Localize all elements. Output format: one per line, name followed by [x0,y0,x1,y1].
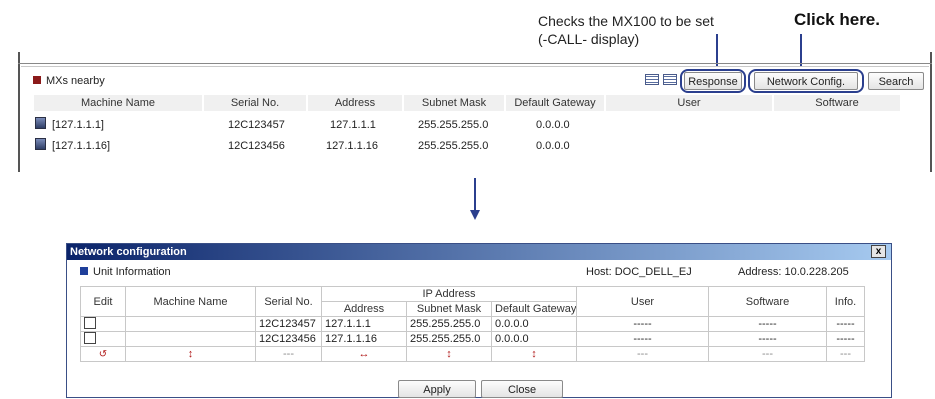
edit-cell [80,331,126,347]
subnet-mask: 255.255.255.0 [418,119,489,131]
mxs-nearby-label: MXs nearby [46,75,105,87]
sort-icon: ↕ [125,346,256,362]
address-input[interactable]: 127.1.1.1 [321,316,407,332]
edit-checkbox[interactable] [84,332,96,344]
subnet-input[interactable]: 255.255.255.0 [406,331,492,347]
subnet-input[interactable]: 255.255.255.0 [406,316,492,332]
column-header-address[interactable]: Address [308,95,402,111]
annotation-note-line1: Checks the MX100 to be set [538,13,714,29]
table-row[interactable]: 12C123456 127.1.1.16 255.255.255.0 0.0.0… [80,331,865,347]
section-marker-icon [33,76,41,84]
indicator-user: --- [576,346,709,362]
dialog-title: Network configuration [67,244,891,260]
serial-no: 12C123456 [255,331,322,347]
apply-button[interactable]: Apply [398,380,476,398]
machine-name-input[interactable] [125,316,256,332]
sort-icon: ↕ [491,346,577,362]
column-header-machine-name[interactable]: Machine Name [34,95,202,111]
column-header-serial[interactable]: Serial No. [204,95,306,111]
panel-frame-right [930,52,932,172]
serial-no: 12C123456 [228,140,285,152]
software-value: ----- [708,316,827,332]
user-value: ----- [576,331,709,347]
header-serial: Serial No. [255,286,322,317]
annotation-click-here: Click here. [794,10,880,29]
header-user: User [576,286,709,317]
software-value: ----- [708,331,827,347]
header-gateway: Default Gateway [491,301,577,317]
indicator-serial: --- [255,346,322,362]
dialog-close-icon[interactable]: x [871,245,886,258]
indicator-row: ↺ ↕ --- ↔ ↕ ↕ --- --- --- [80,346,865,362]
header-address: Address [321,301,407,317]
address-input[interactable]: 127.1.1.16 [321,331,407,347]
response-highlight [680,69,746,93]
annotation-note-line2: (-CALL- display) [538,31,640,47]
list-view-icon[interactable] [645,74,659,85]
user-value: ----- [576,316,709,332]
sort-icon: ↔ [321,346,407,362]
search-button[interactable]: Search [868,72,924,90]
address: 127.1.1.1 [330,119,376,131]
column-header-software[interactable]: Software [774,95,900,111]
default-gateway: 0.0.0.0 [536,119,570,131]
info-value: ----- [826,331,865,347]
network-config-highlight [748,69,864,93]
machine-icon [35,117,46,129]
machine-name-input[interactable] [125,331,256,347]
header-machine-name: Machine Name [125,286,256,317]
flow-arrow-shaft [474,178,476,214]
address-label: Address: 10.0.228.205 [738,266,849,278]
machine-name: [127.1.1.1] [52,119,104,131]
reset-icon[interactable]: ↺ [80,346,126,362]
detail-view-icon[interactable] [663,74,677,85]
panel-divider [18,63,932,64]
serial-no: 12C123457 [255,316,322,332]
edit-cell [80,316,126,332]
header-ip-address: IP Address [321,286,577,302]
header-edit: Edit [80,286,126,317]
flow-arrow-down-icon [470,210,480,220]
indicator-software: --- [708,346,827,362]
column-header-gateway[interactable]: Default Gateway [506,95,604,111]
host-label: Host: DOC_DELL_EJ [586,266,692,278]
gateway-input[interactable]: 0.0.0.0 [491,316,577,332]
unit-information-label: Unit Information [93,266,171,278]
table-row[interactable]: 12C123457 127.1.1.1 255.255.255.0 0.0.0.… [80,316,865,332]
default-gateway: 0.0.0.0 [536,140,570,152]
close-button[interactable]: Close [481,380,563,398]
mxs-nearby-title: MXs nearby [33,75,105,87]
indicator-info: --- [826,346,865,362]
panel-frame-left [18,52,20,172]
annotation-note: Checks the MX100 to be set (-CALL- displ… [538,12,758,48]
gateway-input[interactable]: 0.0.0.0 [491,331,577,347]
header-subnet: Subnet Mask [406,301,492,317]
address: 127.1.1.16 [326,140,378,152]
edit-checkbox[interactable] [84,317,96,329]
header-software: Software [708,286,827,317]
serial-no: 12C123457 [228,119,285,131]
subnet-mask: 255.255.255.0 [418,140,489,152]
machine-icon [35,138,46,150]
section-marker-icon [80,267,88,275]
column-header-subnet[interactable]: Subnet Mask [404,95,504,111]
info-value: ----- [826,316,865,332]
column-header-user[interactable]: User [606,95,772,111]
sort-icon: ↕ [406,346,492,362]
header-info: Info. [826,286,865,317]
unit-information-title: Unit Information [80,266,171,278]
machine-name: [127.1.1.16] [52,140,111,152]
unit-table: Edit Machine Name Serial No. IP Address … [80,286,865,362]
